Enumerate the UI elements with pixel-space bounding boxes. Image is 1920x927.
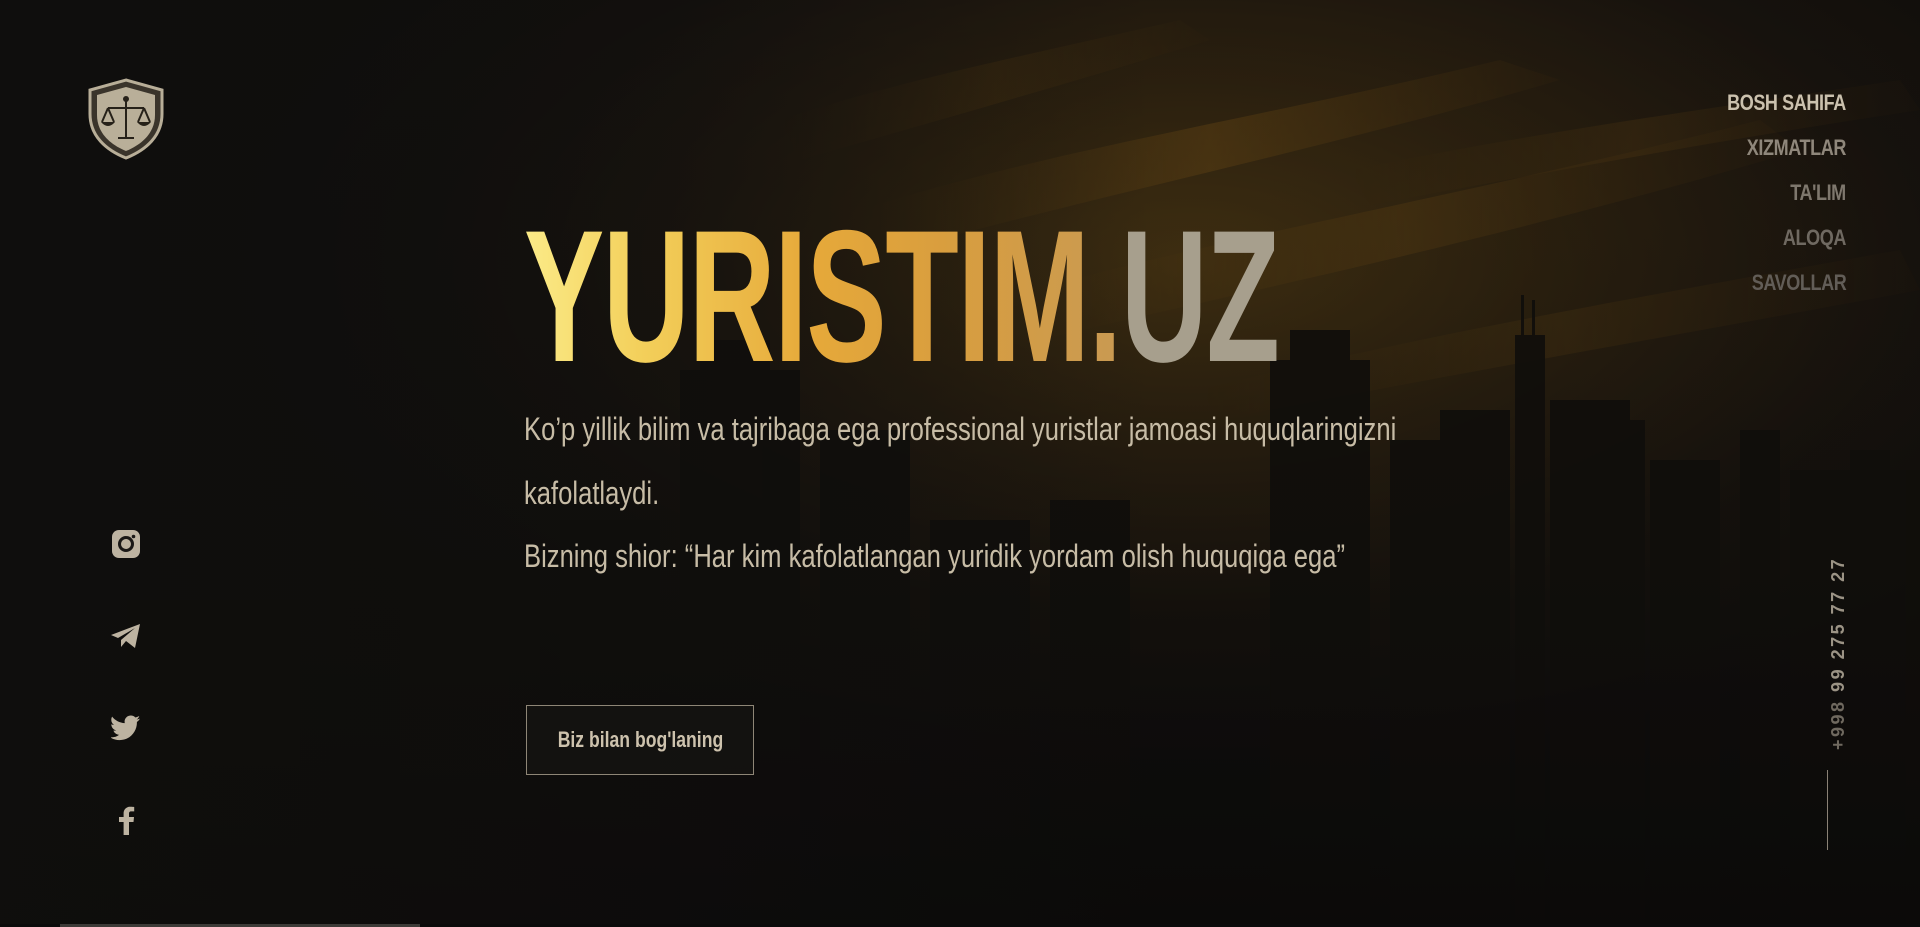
hero-section: YURISTIM.UZ Ko’p yillik bilim va tajriba… <box>524 202 1424 589</box>
facebook-link[interactable] <box>106 800 146 840</box>
contact-us-button-label: Biz bilan bog'laning <box>557 727 723 752</box>
nav-item-bosh-sahifa[interactable]: BOSH SAHIFA <box>1727 80 1846 125</box>
logo[interactable] <box>86 78 166 160</box>
hero-title-tld: UZ <box>1120 191 1280 401</box>
facebook-icon <box>119 806 135 835</box>
phone-country-code: +998 <box>1828 699 1848 750</box>
scales-of-justice-shield-icon <box>88 78 164 160</box>
nav-item-talim[interactable]: TA'LIM <box>1790 170 1846 215</box>
phone-number[interactable]: +998 99 275 77 27 <box>1828 557 1849 750</box>
nav-item-xizmatlar[interactable]: XIZMATLAR <box>1747 125 1847 170</box>
telegram-icon <box>111 624 140 648</box>
instagram-link[interactable] <box>106 524 146 564</box>
hero-description-text: Ko’p yillik bilim va tajribaga ega profe… <box>524 411 1397 511</box>
landing-page: BOSH SAHIFA XIZMATLAR TA'LIM ALOQA SAVOL… <box>0 0 1920 927</box>
nav-item-savollar[interactable]: SAVOLLAR <box>1751 260 1846 305</box>
hero-slogan: Bizning shior: “Har kim kafolatlangan yu… <box>524 538 1346 574</box>
phone-divider-line <box>1827 770 1828 850</box>
hero-title: YURISTIM.UZ <box>524 202 1356 390</box>
nav-item-aloqa[interactable]: ALOQA <box>1783 215 1847 260</box>
telegram-link[interactable] <box>106 616 146 656</box>
twitter-link[interactable] <box>106 708 146 748</box>
contact-us-button[interactable]: Biz bilan bog'laning <box>526 705 754 775</box>
main-nav: BOSH SAHIFA XIZMATLAR TA'LIM ALOQA SAVOL… <box>1701 80 1846 305</box>
hero-title-main: YURISTIM. <box>524 191 1122 401</box>
hero-description: Ko’p yillik bilim va tajribaga ega profe… <box>524 398 1436 589</box>
instagram-icon <box>112 530 140 558</box>
twitter-icon <box>111 715 140 741</box>
phone-digits: 99 275 77 27 <box>1828 556 1848 692</box>
